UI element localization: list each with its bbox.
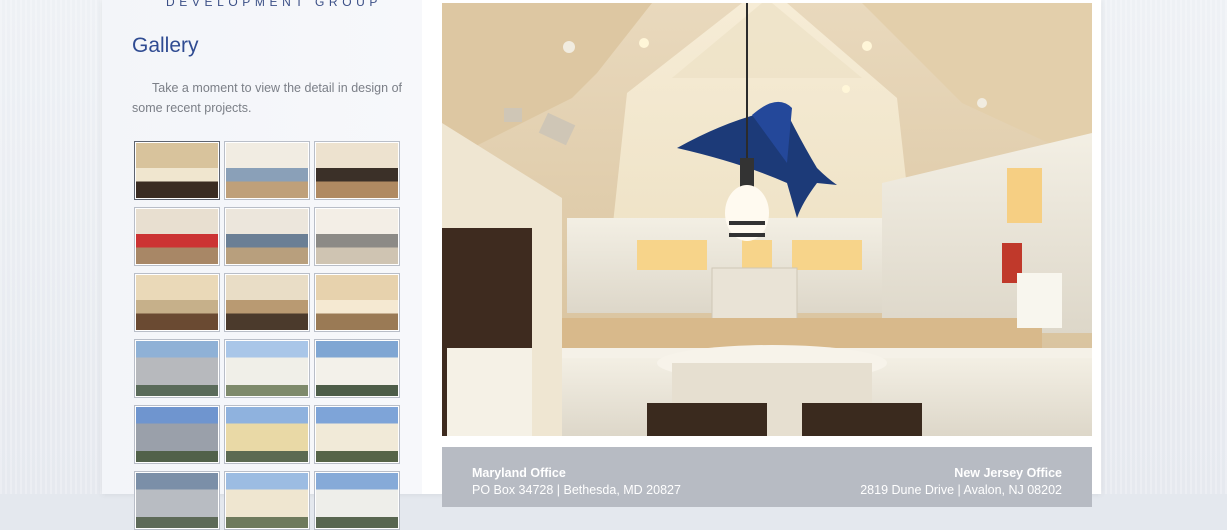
thumbnail-image <box>136 341 218 396</box>
gallery-thumbnail[interactable] <box>134 273 220 332</box>
brand-tagline: DEVELOPMENT GROUP <box>166 0 383 9</box>
kitchen-photo <box>442 3 1092 436</box>
gallery-thumbnail[interactable] <box>134 339 220 398</box>
thumbnail-image <box>316 275 398 330</box>
thumbnail-image <box>316 473 398 528</box>
thumbnail-image <box>136 209 218 264</box>
thumbnail-image <box>226 209 308 264</box>
office-footer: Maryland Office PO Box 34728 | Bethesda,… <box>442 447 1092 507</box>
office-name: Maryland Office <box>472 466 566 480</box>
gallery-thumbnail[interactable] <box>134 471 220 530</box>
gallery-thumbnail[interactable] <box>314 273 400 332</box>
main-gallery-photo <box>442 3 1092 436</box>
gallery-thumbnail[interactable] <box>314 207 400 266</box>
office-address: 2819 Dune Drive | Avalon, NJ 08202 <box>860 483 1062 497</box>
thumbnail-image <box>226 341 308 396</box>
gallery-thumbnail[interactable] <box>314 141 400 200</box>
gallery-thumbnail[interactable] <box>134 141 220 200</box>
gallery-thumbnail[interactable] <box>314 471 400 530</box>
gallery-thumbnail[interactable] <box>224 471 310 530</box>
gallery-thumbnail[interactable] <box>224 273 310 332</box>
office-name: New Jersey Office <box>954 466 1062 480</box>
thumbnail-grid <box>134 141 400 530</box>
office-address: PO Box 34728 | Bethesda, MD 20827 <box>472 483 681 497</box>
thumbnail-image <box>316 143 398 198</box>
thumbnail-image <box>136 275 218 330</box>
thumbnail-image <box>316 341 398 396</box>
thumbnail-image <box>226 407 308 462</box>
intro-text: Take a moment to view the detail in desi… <box>132 81 402 115</box>
thumbnail-image <box>136 143 218 198</box>
thumbnail-image <box>136 407 218 462</box>
gallery-thumbnail[interactable] <box>314 339 400 398</box>
gallery-thumbnail[interactable] <box>224 207 310 266</box>
page-title: Gallery <box>132 34 199 57</box>
gallery-thumbnail[interactable] <box>134 207 220 266</box>
thumbnail-image <box>136 473 218 528</box>
gallery-thumbnail[interactable] <box>314 405 400 464</box>
thumbnail-image <box>316 407 398 462</box>
gallery-thumbnail[interactable] <box>224 339 310 398</box>
gallery-thumbnail[interactable] <box>224 141 310 200</box>
gallery-thumbnail[interactable] <box>134 405 220 464</box>
thumbnail-image <box>316 209 398 264</box>
gallery-thumbnail[interactable] <box>224 405 310 464</box>
thumbnail-image <box>226 275 308 330</box>
thumbnail-image <box>226 143 308 198</box>
thumbnail-image <box>226 473 308 528</box>
